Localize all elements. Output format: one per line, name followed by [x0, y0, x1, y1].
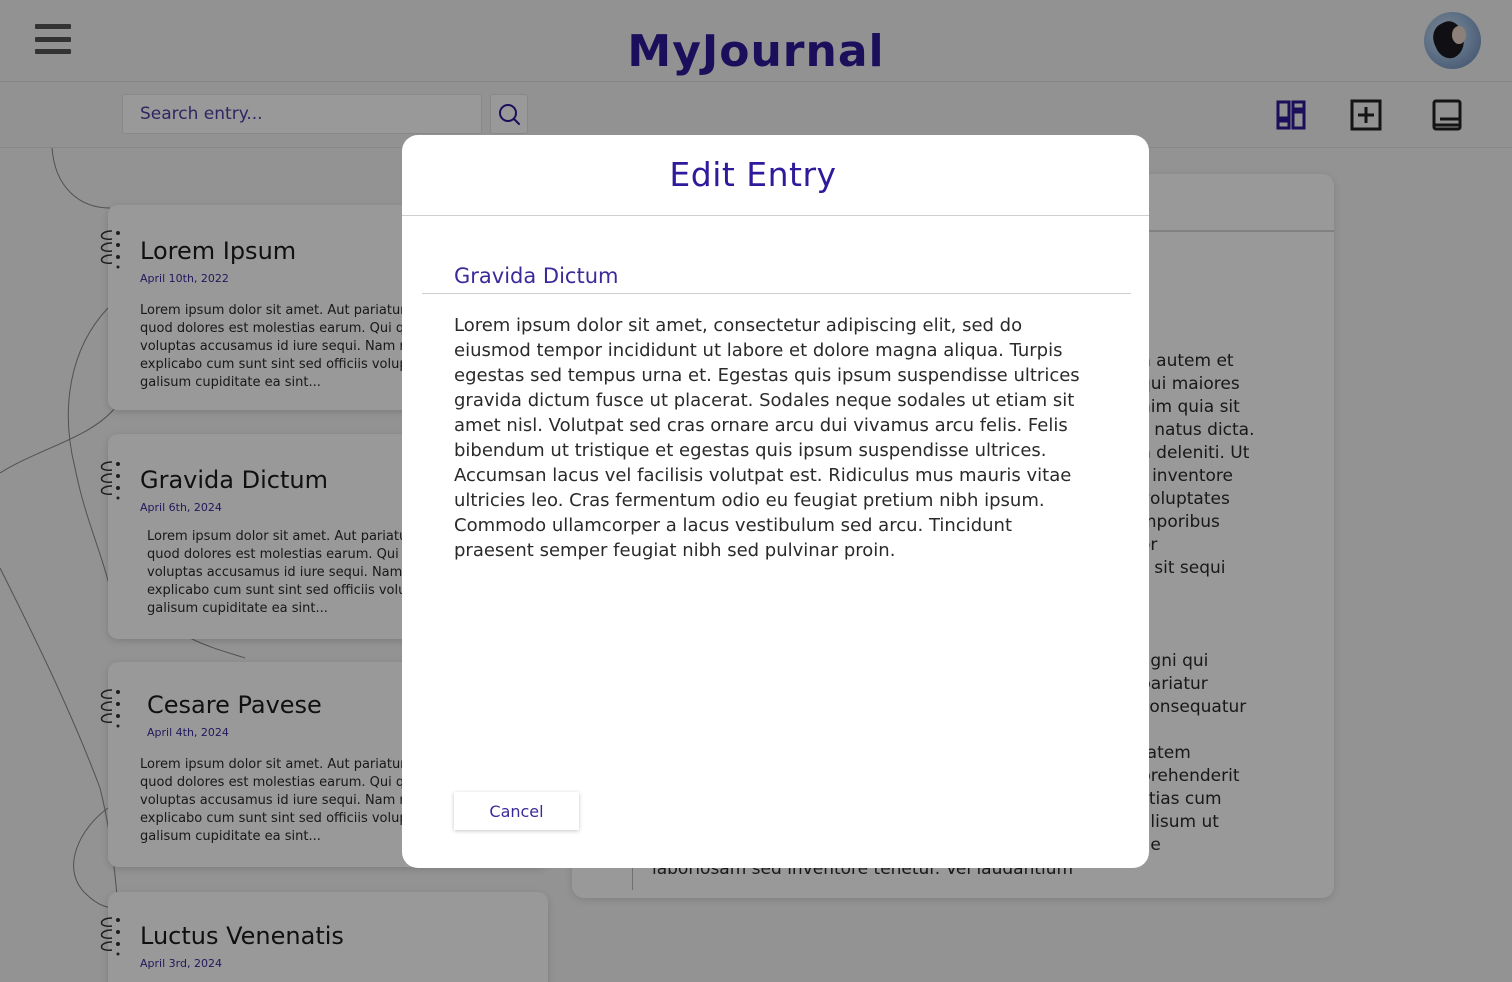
cancel-button[interactable]: Cancel — [454, 792, 579, 830]
edit-entry-modal: Edit Entry Lorem ipsum dolor sit amet, c… — [402, 135, 1149, 868]
entry-title-input[interactable] — [422, 259, 1131, 294]
modal-divider — [402, 215, 1149, 216]
modal-title: Edit Entry — [669, 155, 837, 194]
entry-body-textarea[interactable]: Lorem ipsum dolor sit amet, consectetur … — [454, 313, 1094, 563]
